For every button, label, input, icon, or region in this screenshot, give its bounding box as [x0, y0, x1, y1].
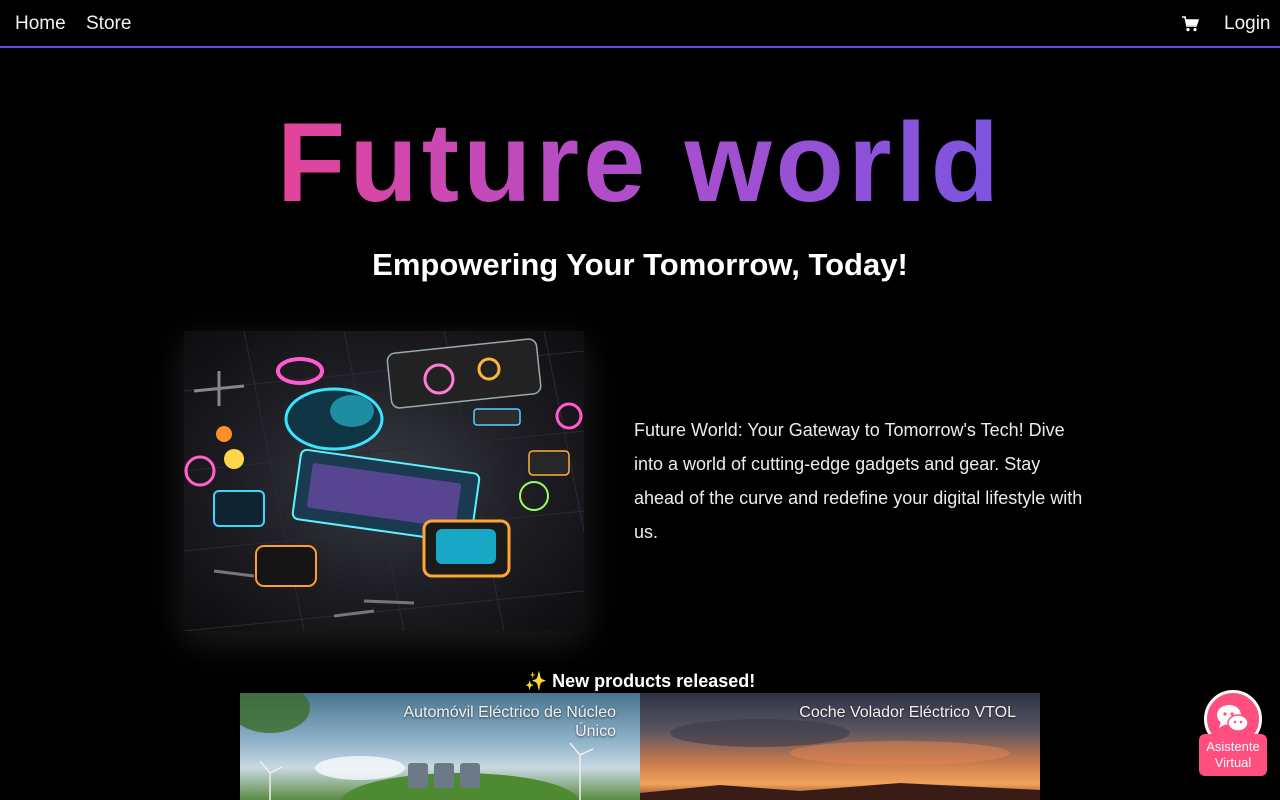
hero-title: Future world — [0, 98, 1280, 228]
gadgets-hero-image — [184, 331, 584, 631]
product-name: Coche Volador Eléctrico VTOL — [799, 704, 1016, 721]
product-card[interactable]: Automóvil Eléctrico de Núcleo Único — [240, 693, 640, 800]
hero-subtitle: Empowering Your Tomorrow, Today! — [372, 247, 908, 282]
nav-home-link[interactable]: Home — [15, 12, 66, 36]
top-navbar: Home Store Login — [0, 0, 1280, 48]
virtual-assistant-button[interactable]: Asistente Virtual — [1199, 690, 1267, 776]
product-name: Automóvil Eléctrico de Núcleo Único — [403, 704, 616, 740]
assistant-label: Asistente Virtual — [1199, 734, 1267, 776]
shopping-cart-icon[interactable] — [1181, 15, 1200, 33]
nav-store-link[interactable]: Store — [86, 12, 131, 36]
hero-description: Future World: Your Gateway to Tomorrow's… — [634, 420, 1083, 542]
hero-title-text: Future world — [276, 100, 1004, 225]
product-card[interactable]: Coche Volador Eléctrico VTOL — [640, 693, 1040, 800]
products-carousel: Automóvil Eléctrico de Núcleo Único Coch… — [240, 693, 1040, 800]
new-products-heading: ✨ New products released! — [524, 671, 756, 691]
nav-login-link[interactable]: Login — [1224, 12, 1271, 36]
